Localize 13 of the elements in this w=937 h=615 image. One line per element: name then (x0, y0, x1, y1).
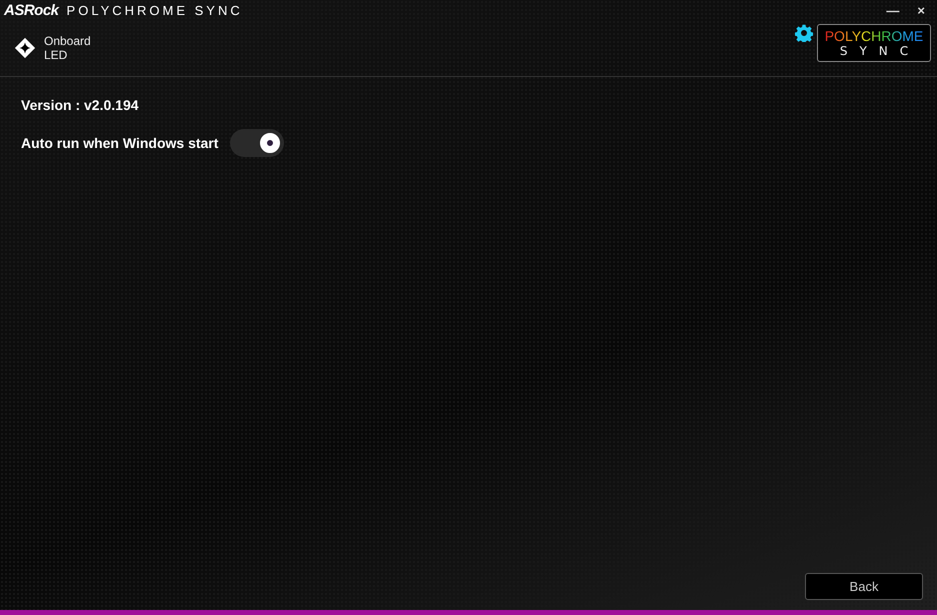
setting-label: Auto run when Windows start (21, 135, 218, 151)
window-title: POLYCHROME SYNC (66, 2, 243, 18)
minimize-button[interactable]: — (882, 2, 904, 18)
logo-subtext: SYNC (840, 44, 920, 58)
close-button[interactable]: × (913, 2, 929, 18)
nav-item[interactable]: Onboard LED (14, 34, 104, 62)
brand-logo: ASRock (4, 2, 59, 18)
toggle-switch[interactable] (230, 129, 284, 157)
back-button[interactable]: Back (805, 573, 923, 600)
settings-icon[interactable] (795, 24, 813, 42)
logo-text: POLYCHROME (824, 28, 924, 44)
sparkle-icon (14, 37, 36, 59)
version-label: Version : v2.0.194 (21, 97, 139, 113)
